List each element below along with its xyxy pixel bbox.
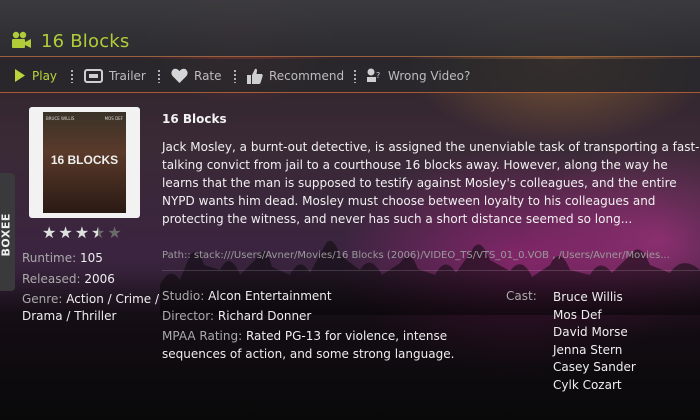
play-icon <box>15 69 25 82</box>
cast-member: David Morse <box>553 325 628 339</box>
video-camera-icon <box>12 31 31 48</box>
poster-image: BRUCE WILLIS MOS DEF 16 BLOCKS <box>43 112 126 213</box>
page-title: 16 Blocks <box>41 31 130 52</box>
toolbar-separator <box>71 69 73 83</box>
released-row: Released: 2006 <box>22 272 115 286</box>
toolbar-separator <box>354 69 356 83</box>
mpaa-row: MPAA Rating: Rated PG-13 for violence, i… <box>162 329 447 343</box>
studio-row: Studio: Alcon Entertainment <box>162 289 332 303</box>
play-label: Play <box>32 68 58 83</box>
cast-member: Bruce Willis <box>553 290 623 304</box>
trailer-label: Trailer <box>109 68 146 83</box>
wrong-video-button[interactable]: ? Wrong Video? <box>366 59 470 92</box>
mpaa-value-line1: Rated PG-13 for violence, intense <box>245 329 448 343</box>
wrong-video-icon: ? <box>367 68 380 82</box>
toolbar-separator <box>234 69 236 83</box>
cast-member: Cylk Cozart <box>553 377 622 392</box>
star-filled-icon: ★ <box>74 223 90 242</box>
heart-icon <box>171 68 188 83</box>
mpaa-row-2: sequences of action, and some strong lan… <box>162 347 454 361</box>
title-bar: 16 Blocks <box>0 0 700 57</box>
rate-label: Rate <box>194 68 222 83</box>
poster-title: 16 BLOCKS <box>50 153 119 167</box>
genre-row: Genre: Action / Crime / <box>22 292 159 306</box>
studio-value: Alcon Entertainment <box>208 289 332 303</box>
toolbar-separator <box>158 69 160 83</box>
runtime-value: 105 <box>80 251 103 265</box>
star-filled-icon: ★ <box>58 223 73 242</box>
boxee-tab-label: BOXEE <box>0 213 13 257</box>
genre-value-line1: Action / Crime / <box>66 292 160 306</box>
play-button[interactable]: Play <box>14 59 57 92</box>
trailer-icon <box>84 68 103 83</box>
cast-member: Casey Sander <box>553 360 636 374</box>
cast-member: Jenna Stern <box>553 342 623 357</box>
svg-text:?: ? <box>376 71 380 80</box>
director-label: Director: <box>162 309 215 323</box>
trailer-button[interactable]: Trailer <box>84 59 146 92</box>
wrong-video-label: Wrong Video? <box>388 68 471 83</box>
studio-label: Studio: <box>162 289 205 303</box>
action-toolbar: Play Trailer Rate Recommend ? Wrong Vide… <box>0 59 700 93</box>
cast-member: Mos Def <box>553 307 602 322</box>
poster-cast: BRUCE WILLIS MOS DEF <box>46 116 123 121</box>
star-filled-icon: ★ <box>42 223 57 242</box>
recommend-button[interactable]: Recommend <box>247 59 344 92</box>
genre-row-2: Drama / Thriller <box>22 309 116 323</box>
runtime-row: Runtime: 105 <box>22 251 103 265</box>
poster-cast-right: MOS DEF <box>104 116 123 121</box>
star-half-icon: ★ <box>91 223 106 242</box>
star-rating: ★ ★ ★ ★ ★ <box>42 225 122 241</box>
recommend-label: Recommend <box>269 68 345 83</box>
released-value: 2006 <box>84 272 115 286</box>
mpaa-value-line2: sequences of action, and some strong lan… <box>162 347 455 361</box>
star-empty-icon: ★ <box>107 223 122 242</box>
released-label: Released: <box>22 272 81 286</box>
movie-title: 16 Blocks <box>162 112 227 126</box>
mpaa-label: MPAA Rating: <box>162 329 243 343</box>
cast-list: Bruce Willis Mos Def David Morse Jenna Ster… <box>553 289 636 394</box>
movie-poster: BRUCE WILLIS MOS DEF 16 BLOCKS <box>29 107 140 218</box>
poster-cast-left: BRUCE WILLIS <box>46 116 75 121</box>
file-path: Path:: stack:///Users/Avner/Movies/16 Bl… <box>162 250 670 261</box>
genre-label: Genre: <box>22 292 63 306</box>
runtime-label: Runtime: <box>22 251 77 265</box>
section-divider <box>162 270 700 271</box>
director-value: Richard Donner <box>217 309 312 323</box>
rate-button[interactable]: Rate <box>171 59 222 92</box>
movie-description: Jack Mosley, a burnt-out detective, is a… <box>162 140 700 226</box>
director-row: Director: Richard Donner <box>162 309 311 323</box>
genre-value-line2: Drama / Thriller <box>22 309 117 323</box>
cast-label: Cast: <box>506 289 537 303</box>
thumbs-up-icon <box>247 68 263 84</box>
